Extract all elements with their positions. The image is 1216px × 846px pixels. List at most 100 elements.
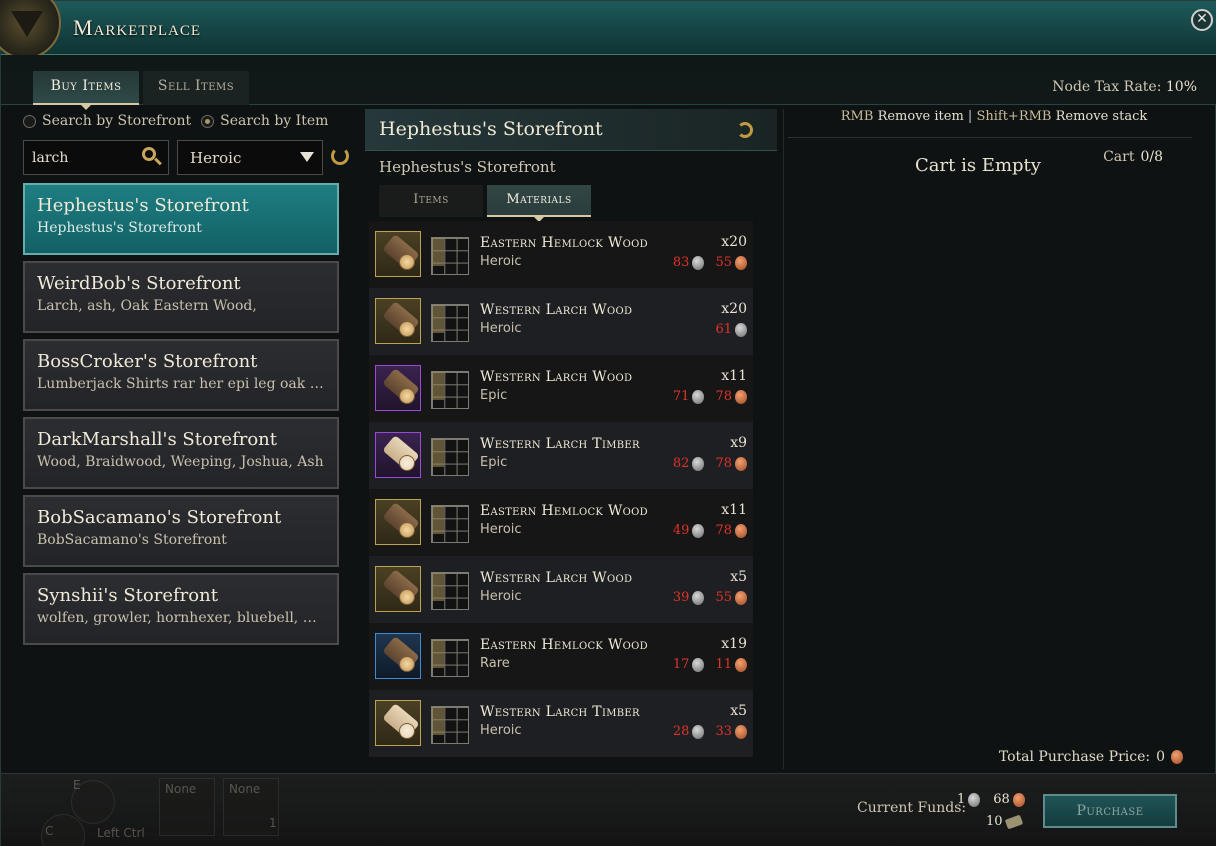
current-funds-label: Current Funds: [857,800,967,816]
silver-coin-icon [968,792,981,807]
title-bar: Marketplace ✕ [0,0,1216,59]
search-mode-group: Search by Storefront Search by Item [23,113,328,129]
silver-coin-icon [692,456,705,471]
storefront-desc: Lumberjack Shirts rar her epi leg oak as… [37,376,325,392]
item-row[interactable]: Eastern Hemlock Wood Heroic x20 83 55 [369,221,753,288]
copper-coin-icon [1171,750,1183,764]
item-row[interactable]: Western Larch Timber Epic x9 82 78 [369,422,753,489]
price-silver: 28 [672,724,690,739]
tab-items[interactable]: Items [379,185,483,217]
silver-coin-icon [692,590,705,605]
purchase-button[interactable]: Purchase [1043,794,1177,828]
inventory-grid-icon [431,304,469,342]
item-row[interactable]: Western Larch Timber Heroic x5 28 33 [369,690,753,757]
price-copper: 33 [715,724,732,739]
refresh-icon[interactable] [331,147,349,165]
bottom-bar: E C Left Ctrl None None 1 Current Funds:… [1,773,1216,846]
copper-coin-icon [735,255,747,270]
inventory-grid-icon [431,572,469,610]
item-row[interactable]: Eastern Hemlock Wood Heroic x11 49 78 [369,489,753,556]
funds-gold: 1 [957,792,966,807]
price-copper: 55 [715,590,732,605]
price-silver: 49 [672,523,690,538]
storefront-name: BossCroker's Storefront [37,351,258,372]
close-icon[interactable]: ✕ [1191,9,1213,31]
item-row[interactable]: Western Larch Wood Heroic x20 61 [369,288,753,355]
storefront-item[interactable]: Synshii's Storefront wolfen, growler, ho… [23,573,339,645]
item-list: Eastern Hemlock Wood Heroic x20 83 55 Western… [369,221,753,757]
total-label: Total Purchase Price: [998,749,1151,765]
item-row[interactable]: Eastern Hemlock Wood Rare x19 17 11 [369,623,753,690]
marketplace-window: Marketplace ✕ Buy Items Sell Items Node … [0,0,1216,846]
copper-coin-icon [735,724,747,739]
tab-sell-items[interactable]: Sell Items [143,71,249,105]
storefront-item[interactable]: BobSacamano's Storefront BobSacamano's S… [23,495,339,567]
search-by-storefront-radio[interactable]: Search by Storefront [23,113,191,129]
divider [788,137,1192,138]
rarity-dropdown[interactable]: Heroic [177,140,323,175]
item-price: 28 33 [673,724,747,739]
item-tier: Heroic [480,321,522,336]
item-quantity: x19 [721,636,747,652]
copper-coin-icon [1012,792,1025,807]
refresh-icon[interactable] [737,122,753,138]
cart-hints: RMB Remove item | Shift+RMB Remove stack [784,109,1204,124]
inventory-grid-icon [431,237,469,275]
search-icon[interactable] [142,147,162,167]
cart-count-value: 0/8 [1140,149,1163,165]
price-copper: 78 [715,389,732,404]
tab-buy-items[interactable]: Buy Items [33,71,139,110]
storefront-title: Hephestus's Storefront [379,118,603,140]
token-icon [1004,814,1023,829]
copper-coin-icon [735,456,747,471]
storefront-item[interactable]: BossCroker's Storefront Lumberjack Shirt… [23,339,339,411]
radio-on-icon [201,114,215,128]
funds-tokens: 10 [986,814,1003,829]
price-silver: 83 [672,255,690,270]
hud-none-2: None [229,782,261,796]
item-price: 39 55 [673,590,747,605]
price-silver: 61 [715,322,732,337]
cart-count: Cart 0/8 [1103,149,1163,165]
item-price: 71 78 [673,389,747,404]
storefront-name: DarkMarshall's Storefront [37,429,278,450]
item-price: 82 78 [673,456,747,471]
inventory-grid-icon [431,505,469,543]
silver-coin-icon [735,322,747,337]
storefront-item[interactable]: DarkMarshall's Storefront Wood, Braidwoo… [23,417,339,489]
item-tier: Heroic [480,522,522,537]
copper-coin-icon [735,389,747,404]
wood-log-icon [375,298,421,344]
total-purchase-price: Total Purchase Price: 0 [999,749,1183,765]
funds-silver: 68 [993,792,1010,807]
search-input[interactable]: larch [23,140,169,175]
hud-left-ctrl: Left Ctrl [97,826,145,840]
search-by-item-radio[interactable]: Search by Item [201,113,328,129]
item-name: Eastern Hemlock Wood [480,637,648,653]
wood-log-icon [375,633,421,679]
item-tier: Heroic [480,589,522,604]
funds-tokens-row: 10 [986,814,1023,829]
hint-separator: | [967,109,973,124]
item-row[interactable]: Western Larch Wood Heroic x5 39 55 [369,556,753,623]
node-tax-rate: Node Tax Rate: 10% [1052,79,1197,95]
silver-coin-icon [692,523,705,538]
tab-materials[interactable]: Materials [487,185,591,222]
marketplace-emblem-icon [0,0,61,59]
item-quantity: x20 [721,301,747,317]
item-price: 83 55 [673,255,747,270]
item-row[interactable]: Western Larch Wood Epic x11 71 78 [369,355,753,422]
item-name: Eastern Hemlock Wood [480,235,648,251]
hud-slot-number: 1 [269,816,277,830]
hint-shift-rmb: Shift+RMB [976,109,1052,124]
silver-coin-icon [692,255,705,270]
storefront-desc: wolfen, growler, hornhexer, bluebell, we… [37,610,325,626]
storefront-item[interactable]: WeirdBob's Storefront Larch, ash, Oak Ea… [23,261,339,333]
total-value: 0 [1156,749,1165,765]
rarity-selected: Heroic [190,149,242,167]
storefront-list: Hephestus's Storefront Hephestus's Store… [23,183,339,651]
storefront-name: Synshii's Storefront [37,585,218,606]
storefront-item[interactable]: Hephestus's Storefront Hephestus's Store… [23,183,339,255]
search-panel: Search by Storefront Search by Item larc… [15,109,359,769]
chevron-down-icon [300,150,314,164]
